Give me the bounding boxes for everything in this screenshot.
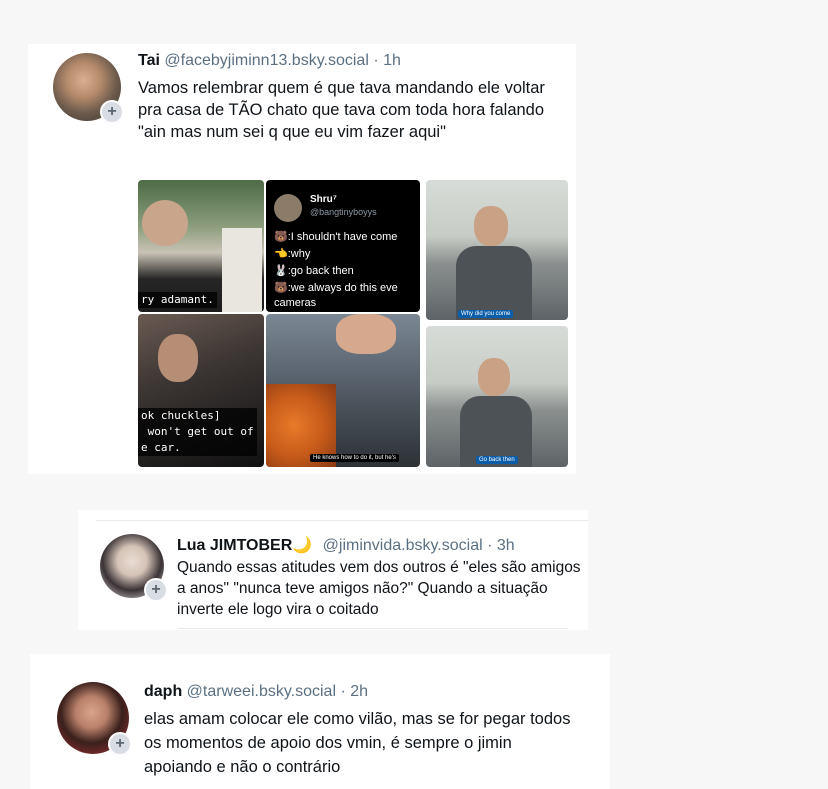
quote-line: 👈:why (274, 248, 311, 260)
face-shape (158, 334, 198, 382)
media-image[interactable]: Go back then (426, 326, 568, 467)
post-card[interactable]: + daph @tarweei.bsky.social · 2h elas am… (30, 654, 610, 789)
follow-plus-icon[interactable]: + (108, 732, 132, 756)
divider (178, 628, 568, 629)
divider (96, 520, 588, 521)
author-name[interactable]: Tai (138, 52, 160, 69)
separator: · (487, 537, 493, 554)
post-text: Vamos relembrar quem é que tava mandando… (138, 79, 545, 141)
post-text: Quando essas atitudes vem dos outros é "… (177, 559, 581, 618)
quote-line: 🐰:go back then (274, 265, 354, 277)
separator: · (373, 52, 379, 69)
post-time[interactable]: 2h (350, 683, 368, 700)
subtitle-caption: ok chuckles] won't get out of e car. (138, 408, 257, 456)
shirt-shape (456, 246, 532, 320)
post-header: Tai @facebyjiminn13.bsky.social · 1h (138, 52, 401, 70)
quote-line: 🐻:I shouldn't have come (274, 231, 398, 243)
hand-shape (336, 314, 396, 354)
post-time[interactable]: 1h (383, 52, 401, 69)
post-header: Lua JIMTOBER🌙 @jiminvida.bsky.social · 3… (177, 535, 515, 555)
author-handle[interactable]: @facebyjiminn13.bsky.social (164, 52, 368, 69)
quote-line: cameras (274, 297, 317, 309)
separator: · (340, 683, 346, 700)
subtitle-caption: Why did you come (458, 310, 514, 318)
face-shape (142, 200, 188, 246)
moon-emoji: 🌙 (292, 537, 313, 554)
post-text: elas amam colocar ele como vilão, mas se… (144, 710, 571, 776)
follow-plus-icon[interactable]: + (100, 100, 124, 124)
post-time[interactable]: 3h (497, 537, 515, 554)
media-image[interactable]: ok chuckles] won't get out of e car. (138, 314, 264, 467)
author-name[interactable]: daph (144, 683, 182, 700)
subtitle-caption: Go back then (476, 456, 518, 464)
follow-plus-icon[interactable]: + (144, 578, 168, 602)
author-handle[interactable]: @tarweei.bsky.social (187, 683, 336, 700)
media-image[interactable]: He knows how to do it, but he's (266, 314, 420, 467)
subtitle-caption: ry adamant. (138, 292, 217, 308)
quoted-tweet-image[interactable]: Shru⁷ @bangtinyboyys 🐻:I shouldn't have … (266, 180, 420, 312)
post-card[interactable]: + Tai @facebyjiminn13.bsky.social · 1h V… (28, 44, 576, 474)
quote-handle: @bangtinyboyys (310, 207, 377, 217)
face-shape (478, 358, 510, 396)
quote-avatar (274, 194, 302, 222)
author-name[interactable]: Lua JIMTOBER (177, 537, 292, 554)
shirt-shape (222, 228, 262, 312)
media-image[interactable]: Why did you come (426, 180, 568, 320)
media-image[interactable]: ry adamant. (138, 180, 264, 312)
post-card[interactable]: + Lua JIMTOBER🌙 @jiminvida.bsky.social ·… (78, 510, 588, 630)
post-header: daph @tarweei.bsky.social · 2h (144, 683, 368, 701)
subtitle-caption: He knows how to do it, but he's (310, 454, 399, 462)
face-shape (474, 206, 508, 246)
quote-line: 🐻:we always do this eve (274, 282, 398, 294)
author-handle[interactable]: @jiminvida.bsky.social (323, 537, 483, 554)
quote-author: Shru⁷ (310, 194, 337, 205)
